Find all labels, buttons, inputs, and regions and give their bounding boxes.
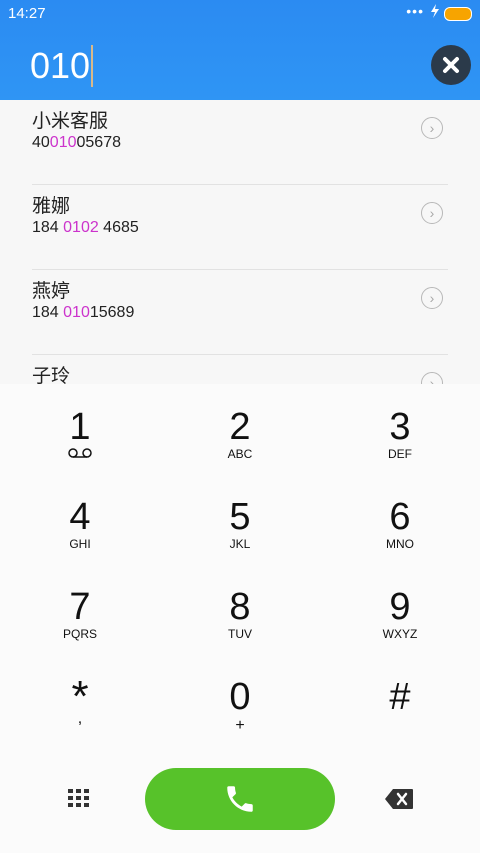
key-6[interactable]: 6 MNO: [320, 474, 480, 564]
call-button[interactable]: [145, 768, 335, 830]
contact-name: 小米客服: [32, 111, 109, 132]
header-area: 14:27 ••• 010: [0, 0, 480, 100]
dial-keypad: 1 2 ABC 3 DEF 4 GHI 5 JKL 6 MNO 7 PQRS 8…: [0, 384, 480, 853]
contact-detail-arrow-icon[interactable]: ›: [421, 202, 443, 224]
key-letters: WXYZ: [382, 627, 418, 641]
backspace-icon[interactable]: [384, 788, 414, 810]
key-2[interactable]: 2 ABC: [160, 384, 320, 474]
key-digit: 2: [229, 406, 251, 448]
key-letters: JKL: [229, 537, 251, 551]
key-digit: 0: [229, 676, 251, 718]
close-icon: [443, 57, 459, 73]
contact-detail-arrow-icon[interactable]: ›: [421, 287, 443, 309]
contact-name: 子玲: [32, 366, 71, 384]
key-hash[interactable]: #: [320, 654, 480, 744]
key-digit: 6: [389, 496, 411, 538]
key-5[interactable]: 5 JKL: [160, 474, 320, 564]
contact-results-list: 小米客服 4001005678 › 雅娜 184 0102 4685 › 燕婷 …: [0, 100, 480, 384]
key-letters: GHI: [69, 537, 91, 551]
key-letters: ABC: [227, 447, 253, 461]
key-1[interactable]: 1: [0, 384, 160, 474]
contact-result-row[interactable]: 子玲 ›: [0, 355, 480, 384]
key-8[interactable]: 8 TUV: [160, 564, 320, 654]
key-letters: TUV: [228, 627, 252, 641]
key-4[interactable]: 4 GHI: [0, 474, 160, 564]
key-digit: 8: [229, 586, 251, 628]
contact-result-row[interactable]: 雅娜 184 0102 4685 ›: [0, 185, 480, 270]
key-9[interactable]: 9 WXYZ: [320, 564, 480, 654]
contact-number: 184 0102 4685: [32, 219, 139, 236]
contact-detail-arrow-icon[interactable]: ›: [421, 117, 443, 139]
key-letters: DEF: [388, 447, 412, 461]
contact-detail-arrow-icon[interactable]: ›: [421, 372, 443, 384]
key-digit: 9: [389, 586, 411, 628]
dial-number-text: 010: [30, 45, 91, 86]
key-7[interactable]: 7 PQRS: [0, 564, 160, 654]
dial-number-input[interactable]: 010: [30, 44, 94, 88]
key-letters: MNO: [386, 537, 414, 551]
key-letters: +: [235, 717, 245, 734]
more-dots-icon: •••: [406, 3, 424, 19]
voicemail-icon: [68, 448, 92, 458]
contact-name: 燕婷: [32, 281, 71, 302]
status-time: 14:27: [8, 5, 46, 22]
contact-result-row[interactable]: 燕婷 184 01015689 ›: [0, 270, 480, 355]
key-digit: 5: [229, 496, 251, 538]
status-bar: 14:27 •••: [0, 0, 480, 28]
key-0[interactable]: 0 +: [160, 654, 320, 744]
keypad-toggle-icon[interactable]: [66, 786, 92, 812]
key-letters: ,: [77, 710, 83, 727]
key-digit: 7: [69, 586, 91, 628]
contact-number: 4001005678: [32, 134, 121, 151]
key-3[interactable]: 3 DEF: [320, 384, 480, 474]
key-digit: 1: [69, 406, 91, 448]
key-digit: #: [389, 676, 411, 718]
key-letters: PQRS: [62, 627, 97, 641]
battery-icon: [444, 7, 472, 21]
contact-number: 184 01015689: [32, 304, 135, 321]
clear-input-button[interactable]: [431, 45, 471, 85]
key-digit: 3: [389, 406, 411, 448]
phone-icon: [227, 786, 253, 812]
contact-name: 雅娜: [32, 196, 71, 217]
dialer-action-bar: [0, 768, 480, 830]
charging-icon: [430, 4, 440, 21]
key-star[interactable]: * ,: [0, 654, 160, 744]
text-cursor: [91, 45, 94, 87]
contact-result-row[interactable]: 小米客服 4001005678 ›: [0, 100, 480, 185]
key-digit: 4: [69, 496, 91, 538]
